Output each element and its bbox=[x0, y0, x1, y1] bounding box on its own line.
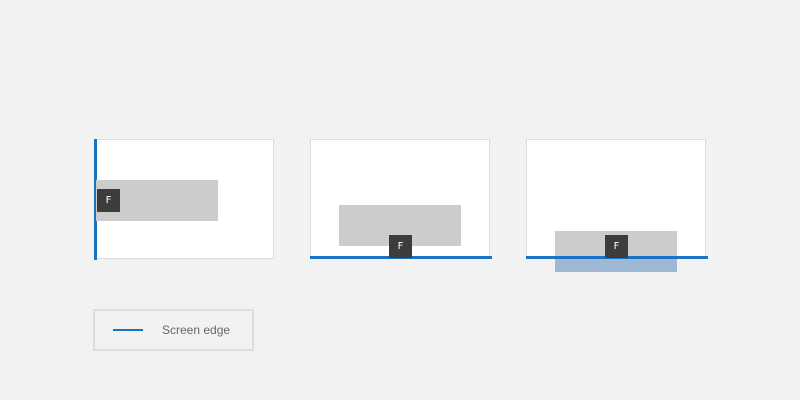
legend: Screen edge bbox=[93, 309, 254, 351]
diagram-panel-bottom-edge-overflow: F bbox=[526, 139, 708, 259]
focus-key-badge: F bbox=[605, 235, 628, 258]
element-box-offscreen-part bbox=[555, 258, 677, 272]
legend-line-swatch bbox=[113, 329, 143, 331]
diagram-panel-left-edge: F bbox=[94, 139, 274, 260]
focus-key-badge: F bbox=[389, 235, 412, 258]
diagram-panel-bottom-edge: F bbox=[310, 139, 492, 259]
legend-label: Screen edge bbox=[162, 323, 231, 337]
focus-key-badge: F bbox=[97, 189, 120, 212]
